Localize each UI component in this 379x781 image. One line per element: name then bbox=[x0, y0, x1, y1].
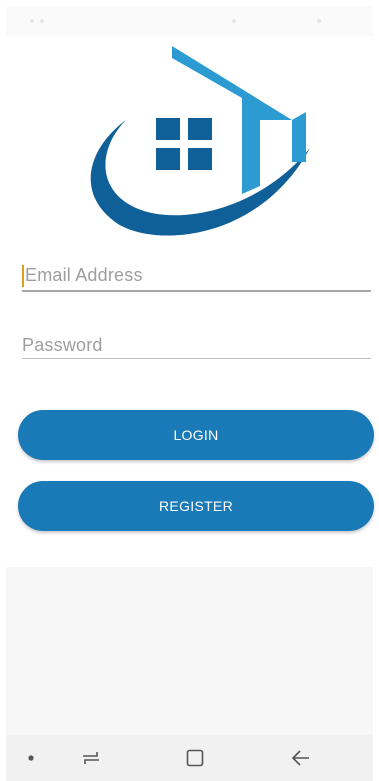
text-cursor bbox=[22, 265, 24, 287]
status-bar bbox=[6, 6, 373, 36]
email-field[interactable]: Email Address bbox=[22, 264, 371, 292]
email-underline bbox=[22, 290, 371, 292]
password-field[interactable]: Password bbox=[22, 334, 371, 359]
password-placeholder: Password bbox=[22, 335, 103, 355]
navigation-bar bbox=[6, 735, 373, 781]
status-icon bbox=[40, 19, 44, 23]
status-icon bbox=[317, 19, 321, 23]
back-icon bbox=[291, 750, 309, 766]
back-button[interactable] bbox=[286, 735, 316, 781]
nav-dot[interactable] bbox=[20, 735, 42, 781]
login-screen: Email Address Password LOGIN REGISTER bbox=[0, 0, 379, 781]
dot-icon bbox=[28, 755, 34, 761]
email-placeholder: Email Address bbox=[25, 265, 143, 285]
home-button[interactable] bbox=[180, 735, 210, 781]
login-button-label: LOGIN bbox=[173, 427, 219, 443]
password-underline bbox=[22, 358, 371, 359]
status-icon bbox=[232, 19, 236, 23]
home-icon bbox=[186, 749, 204, 767]
register-button[interactable]: REGISTER bbox=[18, 481, 374, 531]
house-logo-icon bbox=[80, 44, 314, 240]
register-button-label: REGISTER bbox=[159, 498, 233, 514]
recent-apps-button[interactable] bbox=[76, 735, 106, 781]
login-button[interactable]: LOGIN bbox=[18, 410, 374, 460]
recent-apps-icon bbox=[83, 752, 99, 764]
status-icon bbox=[30, 19, 34, 23]
empty-panel bbox=[6, 567, 373, 735]
